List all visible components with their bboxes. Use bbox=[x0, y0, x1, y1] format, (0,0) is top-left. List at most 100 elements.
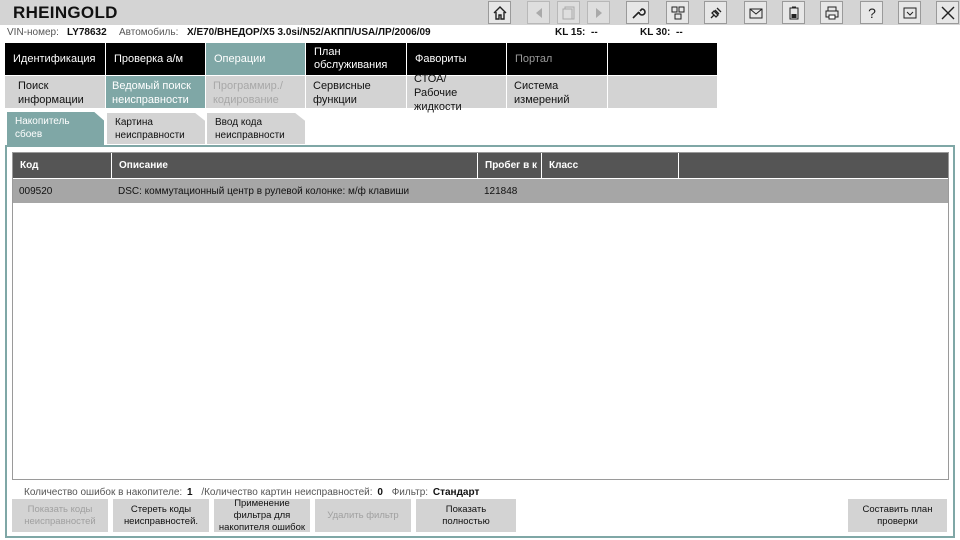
column-header-class[interactable]: Класс bbox=[542, 153, 679, 178]
document-button[interactable] bbox=[557, 1, 580, 24]
fault-table: Код Описание Пробег в к Класс 009520 DSC… bbox=[12, 152, 949, 480]
forward-icon bbox=[595, 7, 602, 18]
close-icon bbox=[941, 6, 954, 19]
button-label: Применение bbox=[234, 497, 290, 509]
ctab-label-line2: неисправности bbox=[115, 130, 185, 141]
document-icon bbox=[562, 6, 574, 19]
remove-filter-button[interactable]: Удалить фильтр bbox=[315, 499, 411, 532]
minimize-icon bbox=[903, 7, 916, 18]
tab-portal[interactable]: Портал bbox=[507, 43, 607, 75]
minimize-button[interactable] bbox=[898, 1, 921, 24]
subtab-label: Ведомый поиск bbox=[112, 80, 191, 92]
subtab-label: Поиск bbox=[18, 80, 49, 92]
home-icon bbox=[493, 5, 506, 20]
ctab-label: Ввод кода bbox=[215, 117, 263, 128]
help-button[interactable]: ? bbox=[860, 1, 883, 24]
close-button[interactable] bbox=[936, 1, 959, 24]
button-label: Показать коды bbox=[27, 503, 93, 515]
app-title: RHEINGOLD bbox=[13, 3, 118, 22]
kl15-value: -- bbox=[591, 27, 598, 38]
kl30-label: KL 30: bbox=[640, 27, 671, 38]
back-icon bbox=[535, 7, 542, 18]
subtab-label: Сервисные bbox=[313, 80, 371, 92]
button-label-line2: фильтра для bbox=[233, 509, 291, 521]
subtab-empty bbox=[608, 76, 717, 108]
wrench-button[interactable] bbox=[626, 1, 649, 24]
tab-vehicle-check[interactable]: Проверка а/м bbox=[106, 43, 205, 75]
cell-description: DSC: коммутационный центр в рулевой коло… bbox=[118, 185, 410, 197]
show-codes-button[interactable]: Показать коды неисправностей bbox=[12, 499, 108, 532]
button-label-line3: накопителя ошибок bbox=[218, 521, 306, 533]
tab-identification[interactable]: Идентификация bbox=[5, 43, 105, 75]
tab-operations[interactable]: Операции bbox=[206, 43, 305, 75]
create-test-plan-button[interactable]: Составить план проверки bbox=[848, 499, 947, 532]
button-label: Стереть коды bbox=[130, 503, 192, 515]
button-label-line2: неисправностей bbox=[24, 515, 96, 527]
subtab-guided-fault-search[interactable]: Ведомый поиск неисправности bbox=[106, 76, 205, 108]
ctab-fault-memory[interactable]: Накопитель сбоев bbox=[7, 112, 104, 146]
vin-label: VIN-номер: bbox=[7, 27, 59, 38]
cell-mileage: 121848 bbox=[484, 185, 518, 197]
column-header-mileage[interactable]: Пробег в к bbox=[478, 153, 542, 178]
kl15-label: KL 15: bbox=[555, 27, 586, 38]
show-all-button[interactable]: Показать полностью bbox=[416, 499, 516, 532]
tab-label: План bbox=[314, 46, 341, 58]
button-label-line2: неисправностей. bbox=[123, 515, 199, 527]
title-bar: RHEINGOLD ? bbox=[0, 0, 960, 25]
tab-favorites[interactable]: Фавориты bbox=[407, 43, 506, 75]
subtab-label-line2: кодирование bbox=[213, 94, 279, 106]
fault-memory-panel: Код Описание Пробег в к Класс 009520 DSC… bbox=[5, 145, 955, 538]
tab-label: Фавориты bbox=[415, 52, 467, 65]
wrench-icon bbox=[631, 7, 646, 19]
ctab-fault-pattern[interactable]: Картина неисправности bbox=[107, 113, 205, 144]
button-label-line2: проверки bbox=[877, 515, 918, 527]
subtab-label: Программир./ bbox=[213, 80, 283, 92]
clear-codes-button[interactable]: Стереть коды неисправностей. bbox=[113, 499, 209, 532]
fault-count-label: Количество ошибок в накопителе: bbox=[24, 487, 183, 498]
table-row[interactable]: 009520 DSC: коммутационный центр в рулев… bbox=[13, 179, 948, 203]
tab-service-plan[interactable]: План обслуживания bbox=[306, 43, 406, 75]
filter-value: Стандарт bbox=[432, 487, 480, 498]
tab-label: Портал bbox=[515, 52, 553, 65]
car-value: X/E70/ВНЕДОР/X5 3.0si/N52/АКПП/USA/ЛР/20… bbox=[187, 27, 431, 38]
battery-button[interactable] bbox=[782, 1, 805, 24]
mail-button[interactable] bbox=[744, 1, 767, 24]
apply-filter-button[interactable]: Применение фильтра для накопителя ошибок bbox=[214, 497, 310, 533]
subtab-label: СТОА/ bbox=[414, 73, 447, 85]
kl30-value: -- bbox=[676, 27, 683, 38]
home-button[interactable] bbox=[488, 1, 511, 24]
subtab-info-search[interactable]: Поиск информации bbox=[5, 76, 105, 108]
vehicle-info-bar: VIN-номер: LY78632 Автомобиль: X/E70/ВНЕ… bbox=[0, 25, 960, 42]
subtab-service-functions[interactable]: Сервисные функции bbox=[306, 76, 406, 108]
svg-text:?: ? bbox=[868, 5, 876, 21]
subtab-workshop-fluids[interactable]: СТОА/Рабочие жидкости bbox=[407, 73, 506, 113]
help-icon: ? bbox=[868, 5, 876, 21]
ctab-label-line2: сбоев bbox=[15, 129, 43, 140]
cell-class bbox=[542, 179, 548, 203]
ctab-label: Накопитель bbox=[15, 116, 70, 127]
filter-label: Фильтр: bbox=[391, 487, 429, 498]
battery-icon bbox=[789, 6, 798, 19]
subtab-programming[interactable]: Программир./ кодирование bbox=[206, 76, 305, 108]
subtab-label-line2: функции bbox=[313, 94, 357, 106]
printer-icon bbox=[825, 6, 838, 19]
pattern-count-label: /Количество картин неисправностей: bbox=[201, 487, 373, 498]
column-header-description[interactable]: Описание bbox=[112, 153, 478, 178]
connection-icon bbox=[671, 6, 684, 19]
plug-button[interactable] bbox=[704, 1, 727, 24]
column-header-code[interactable]: Код bbox=[13, 153, 112, 178]
plug-icon bbox=[710, 7, 721, 18]
back-button[interactable] bbox=[527, 1, 550, 24]
button-label-line2: полностью bbox=[442, 515, 490, 527]
mail-icon bbox=[749, 8, 762, 18]
connection-button[interactable] bbox=[666, 1, 689, 24]
button-label: Удалить фильтр bbox=[327, 509, 399, 521]
forward-button[interactable] bbox=[587, 1, 610, 24]
ctab-enter-fault-code[interactable]: Ввод кода неисправности bbox=[207, 113, 305, 144]
subtab-label-line2: информации bbox=[18, 94, 84, 106]
column-header-extra[interactable] bbox=[679, 153, 948, 178]
subtab-measurement-system[interactable]: Система измерений bbox=[507, 76, 607, 108]
subtab-label: Система bbox=[514, 80, 559, 92]
printer-button[interactable] bbox=[820, 1, 843, 24]
tab-label: Идентификация bbox=[13, 52, 96, 65]
